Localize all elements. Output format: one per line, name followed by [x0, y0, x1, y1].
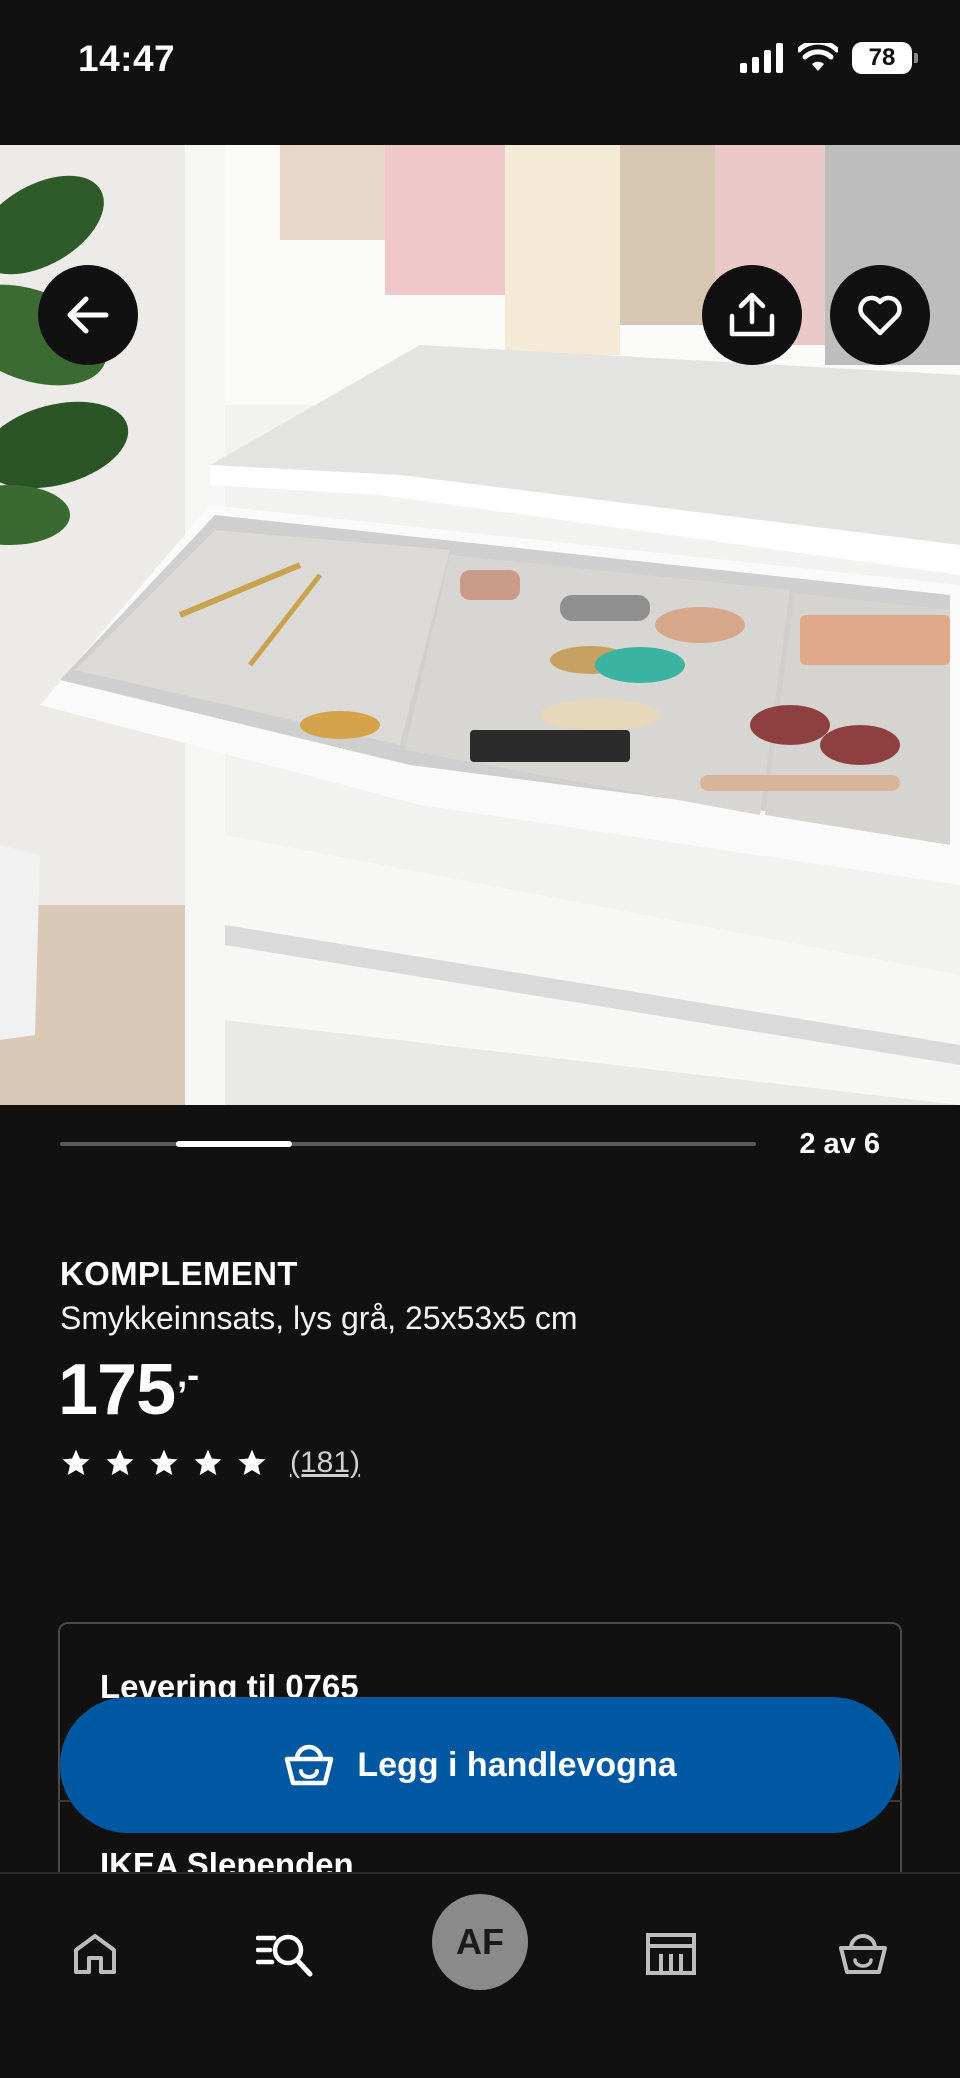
share-button[interactable] [702, 265, 802, 365]
product-price: 175 ,- [58, 1350, 199, 1430]
carousel-progress [60, 1141, 756, 1147]
back-button[interactable] [38, 265, 138, 365]
home-icon [74, 1934, 116, 1974]
share-icon [729, 292, 775, 337]
star-icon [238, 1449, 266, 1475]
star-icon [106, 1449, 134, 1475]
status-bar: 14:47 78 [0, 0, 960, 145]
star-icon [150, 1449, 178, 1475]
nav-basket[interactable] [813, 1904, 913, 2004]
status-icons: 78 [740, 42, 918, 74]
nav-home[interactable] [45, 1904, 145, 2004]
arrow-left-icon [67, 296, 109, 334]
basket-icon [285, 1744, 334, 1786]
add-to-cart-button[interactable]: Legg i handlevogna [60, 1697, 900, 1833]
product-description: Smykkeinnsats, lys grå, 25x53x5 cm [60, 1300, 578, 1336]
rating-count-link[interactable]: (181) [290, 1446, 360, 1480]
nav-stores[interactable] [621, 1904, 721, 2004]
product-rating[interactable]: (181) [60, 1446, 360, 1480]
carousel-progress-fill [176, 1141, 292, 1147]
search-icon [256, 1934, 313, 1977]
signal-icon [740, 43, 783, 73]
battery-indicator: 78 [852, 42, 918, 74]
price-suffix: ,- [177, 1354, 200, 1395]
price-value: 175 [58, 1350, 176, 1430]
nav-account-avatar[interactable]: AF [432, 1894, 528, 1990]
bottom-navigation: AF [0, 1872, 960, 2078]
status-time: 14:47 [78, 38, 176, 79]
store-icon [646, 1933, 696, 1975]
product-photo [0, 145, 960, 1105]
basket-icon [839, 1934, 887, 1974]
heart-icon [858, 295, 902, 336]
product-name: KOMPLEMENT [60, 1255, 298, 1292]
carousel-indicator: 2 av 6 [799, 1128, 880, 1160]
star-icon [194, 1449, 222, 1475]
nav-search[interactable] [235, 1904, 335, 2004]
add-to-cart-label: Legg i handlevogna [357, 1745, 677, 1784]
product-image[interactable] [0, 145, 960, 1105]
wifi-icon [798, 43, 838, 71]
favorite-button[interactable] [830, 265, 930, 365]
star-icon [62, 1449, 90, 1475]
